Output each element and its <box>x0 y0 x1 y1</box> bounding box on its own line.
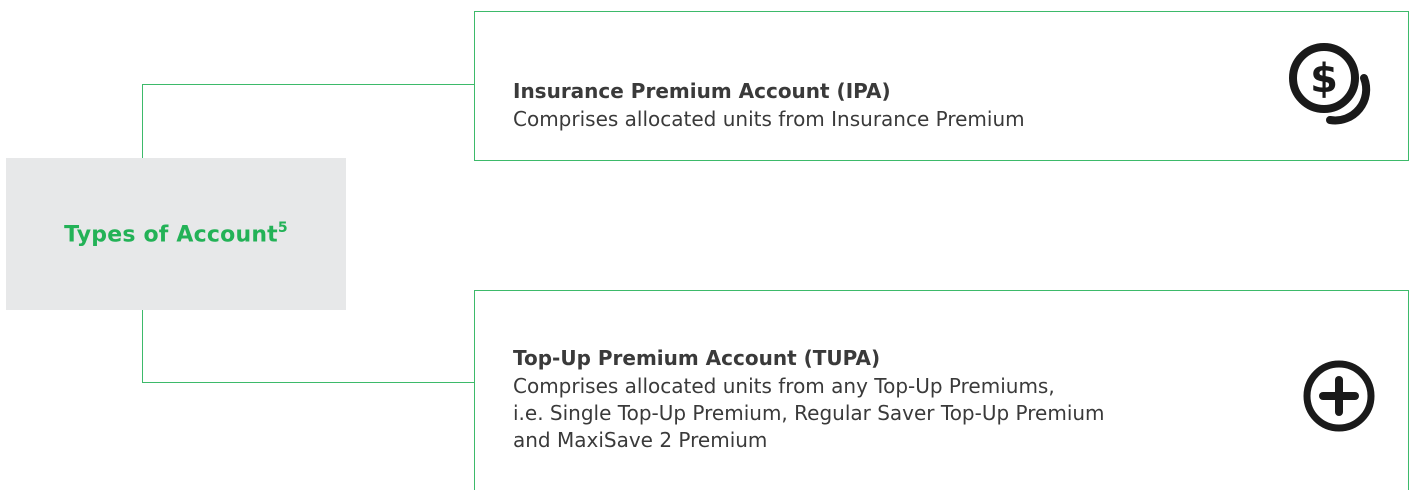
center-title-text: Types of Account <box>64 222 278 248</box>
account-description: Comprises allocated units from any Top-U… <box>513 374 1105 452</box>
account-title: Insurance Premium Account (IPA) <box>513 79 891 103</box>
account-description: Comprises allocated units from Insurance… <box>513 107 1025 131</box>
account-card-tupa: Top-Up Premium Account (TUPA) Comprises … <box>474 290 1409 490</box>
account-card-text: Top-Up Premium Account (TUPA) Comprises … <box>513 345 1208 454</box>
connector-top <box>142 84 475 159</box>
account-title: Top-Up Premium Account (TUPA) <box>513 346 881 370</box>
types-of-account-box: Types of Account5 <box>6 158 346 310</box>
center-title: Types of Account5 <box>64 219 288 248</box>
svg-text:$: $ <box>1310 56 1338 102</box>
account-card-text: Insurance Premium Account (IPA) Comprise… <box>513 78 1208 133</box>
connector-bottom <box>142 310 475 383</box>
footnote-marker: 5 <box>277 219 288 236</box>
plus-circle-icon <box>1303 360 1375 432</box>
dollar-coins-icon: $ <box>1289 43 1371 125</box>
account-card-ipa: Insurance Premium Account (IPA) Comprise… <box>474 11 1409 161</box>
